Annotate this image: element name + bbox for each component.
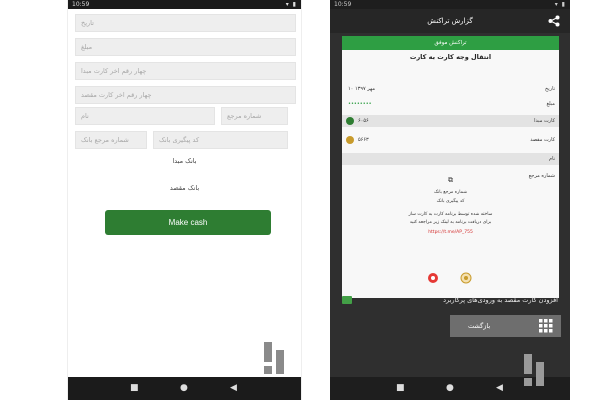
right-phone-screen: 10:59 ▾ ▮ گزارش تراکنش تراکنش موفق انتقا… [330,0,570,400]
status-bar: 10:59 ▾ ▮ [68,0,301,9]
home-icon[interactable]: ● [446,383,454,394]
receipt-tracking-code: کد پیگیری بانک [436,199,465,204]
receipt-heading: انتقال وجه کارت به کارت [409,53,492,61]
receipt-label: کارت مقصد [530,137,555,143]
stamp-logo-icon [428,273,438,283]
receipt-note: برای دریافت برنامه به لینک زیر مراجعه کن… [409,220,492,225]
destination-card-field[interactable]: چهار رقم اخر کارت مقصد [75,86,296,104]
bank-tracking-field[interactable]: کد پیگیری بانک [153,131,288,149]
add-destination-checkbox[interactable] [342,296,352,304]
receipt-note: ساخته شده توسط برنامه کارت به کارت ساز [408,212,493,217]
receipt-bank-reference: شماره مرجع بانک [433,190,468,195]
receipt-value: ۱۰ مهر ۱۳۹۷ [348,86,376,92]
receipt-row-date: ۱۰ مهر ۱۳۹۷ تاریخ [342,83,559,95]
back-icon[interactable]: ◀ [230,383,237,394]
receipt-value: •••••••• [348,101,372,107]
back-button[interactable]: بازگشت [450,315,561,337]
checkbox-label: افزودن کارت مقصد به ورودی‌های پرکاربرد [443,296,558,304]
status-time: 10:59 [334,1,352,8]
receipt-value: ۶۰۵۶ [358,118,369,124]
date-field[interactable]: تاریخ [75,14,296,32]
source-card-field[interactable]: چهار رقم اخر کارت مبدا [75,62,296,80]
receipt-row-destination-card: ۵۶۶۳ کارت مقصد [342,134,559,146]
copy-icon[interactable]: ⧉ [342,176,559,185]
status-icons: ▾ ▮ [285,1,297,8]
receipt-label: مبلغ [546,101,555,107]
reference-number-field[interactable]: شماره مرجع [221,107,288,125]
receipt-row-name: نام [342,153,559,165]
watermark-logo-icon [524,354,544,386]
bank-reference-field[interactable]: شماره مرجع بانک [75,131,147,149]
grid-icon [539,319,553,333]
back-icon[interactable]: ◀ [496,383,503,394]
name-field[interactable]: نام [75,107,215,125]
bank-logo-icon [346,117,354,125]
status-icons: ▾ ▮ [554,1,566,8]
watermark-logo-icon [264,342,284,374]
back-button-label: بازگشت [468,322,491,330]
receipt-link[interactable]: https://t.me/AP_755 [342,230,559,235]
receipt-row-source-card: ۶۰۵۶ کارت مبدا [342,115,559,127]
receipt-label: تاریخ [545,86,555,92]
success-banner: تراکنش موفق [342,36,559,50]
amount-field[interactable]: مبلغ [75,38,296,56]
receipt-row-amount: •••••••• مبلغ [342,98,559,110]
bank-seal-icon [460,272,472,284]
make-cash-button[interactable]: Make cash [105,210,271,235]
app-bar: گزارش تراکنش [330,9,570,33]
status-bar: 10:59 ▾ ▮ [330,0,570,9]
transaction-receipt: تراکنش موفق انتقال وجه کارت به کارت ۱۰ م… [342,36,559,298]
receipt-label: نام [548,156,555,162]
source-bank-select[interactable]: بانک مبدا [68,157,301,165]
share-icon[interactable] [548,15,560,27]
recent-apps-icon[interactable]: ■ [130,383,139,394]
status-time: 10:59 [72,1,90,8]
destination-bank-select[interactable]: بانک مقصد [68,184,301,192]
home-icon[interactable]: ● [180,383,188,394]
recent-apps-icon[interactable]: ■ [396,383,405,394]
receipt-value: ۵۶۶۳ [358,137,369,143]
receipt-label: کارت مبدا [534,118,555,124]
page-title: گزارش تراکنش [427,17,473,25]
bank-logo-icon [346,136,354,144]
